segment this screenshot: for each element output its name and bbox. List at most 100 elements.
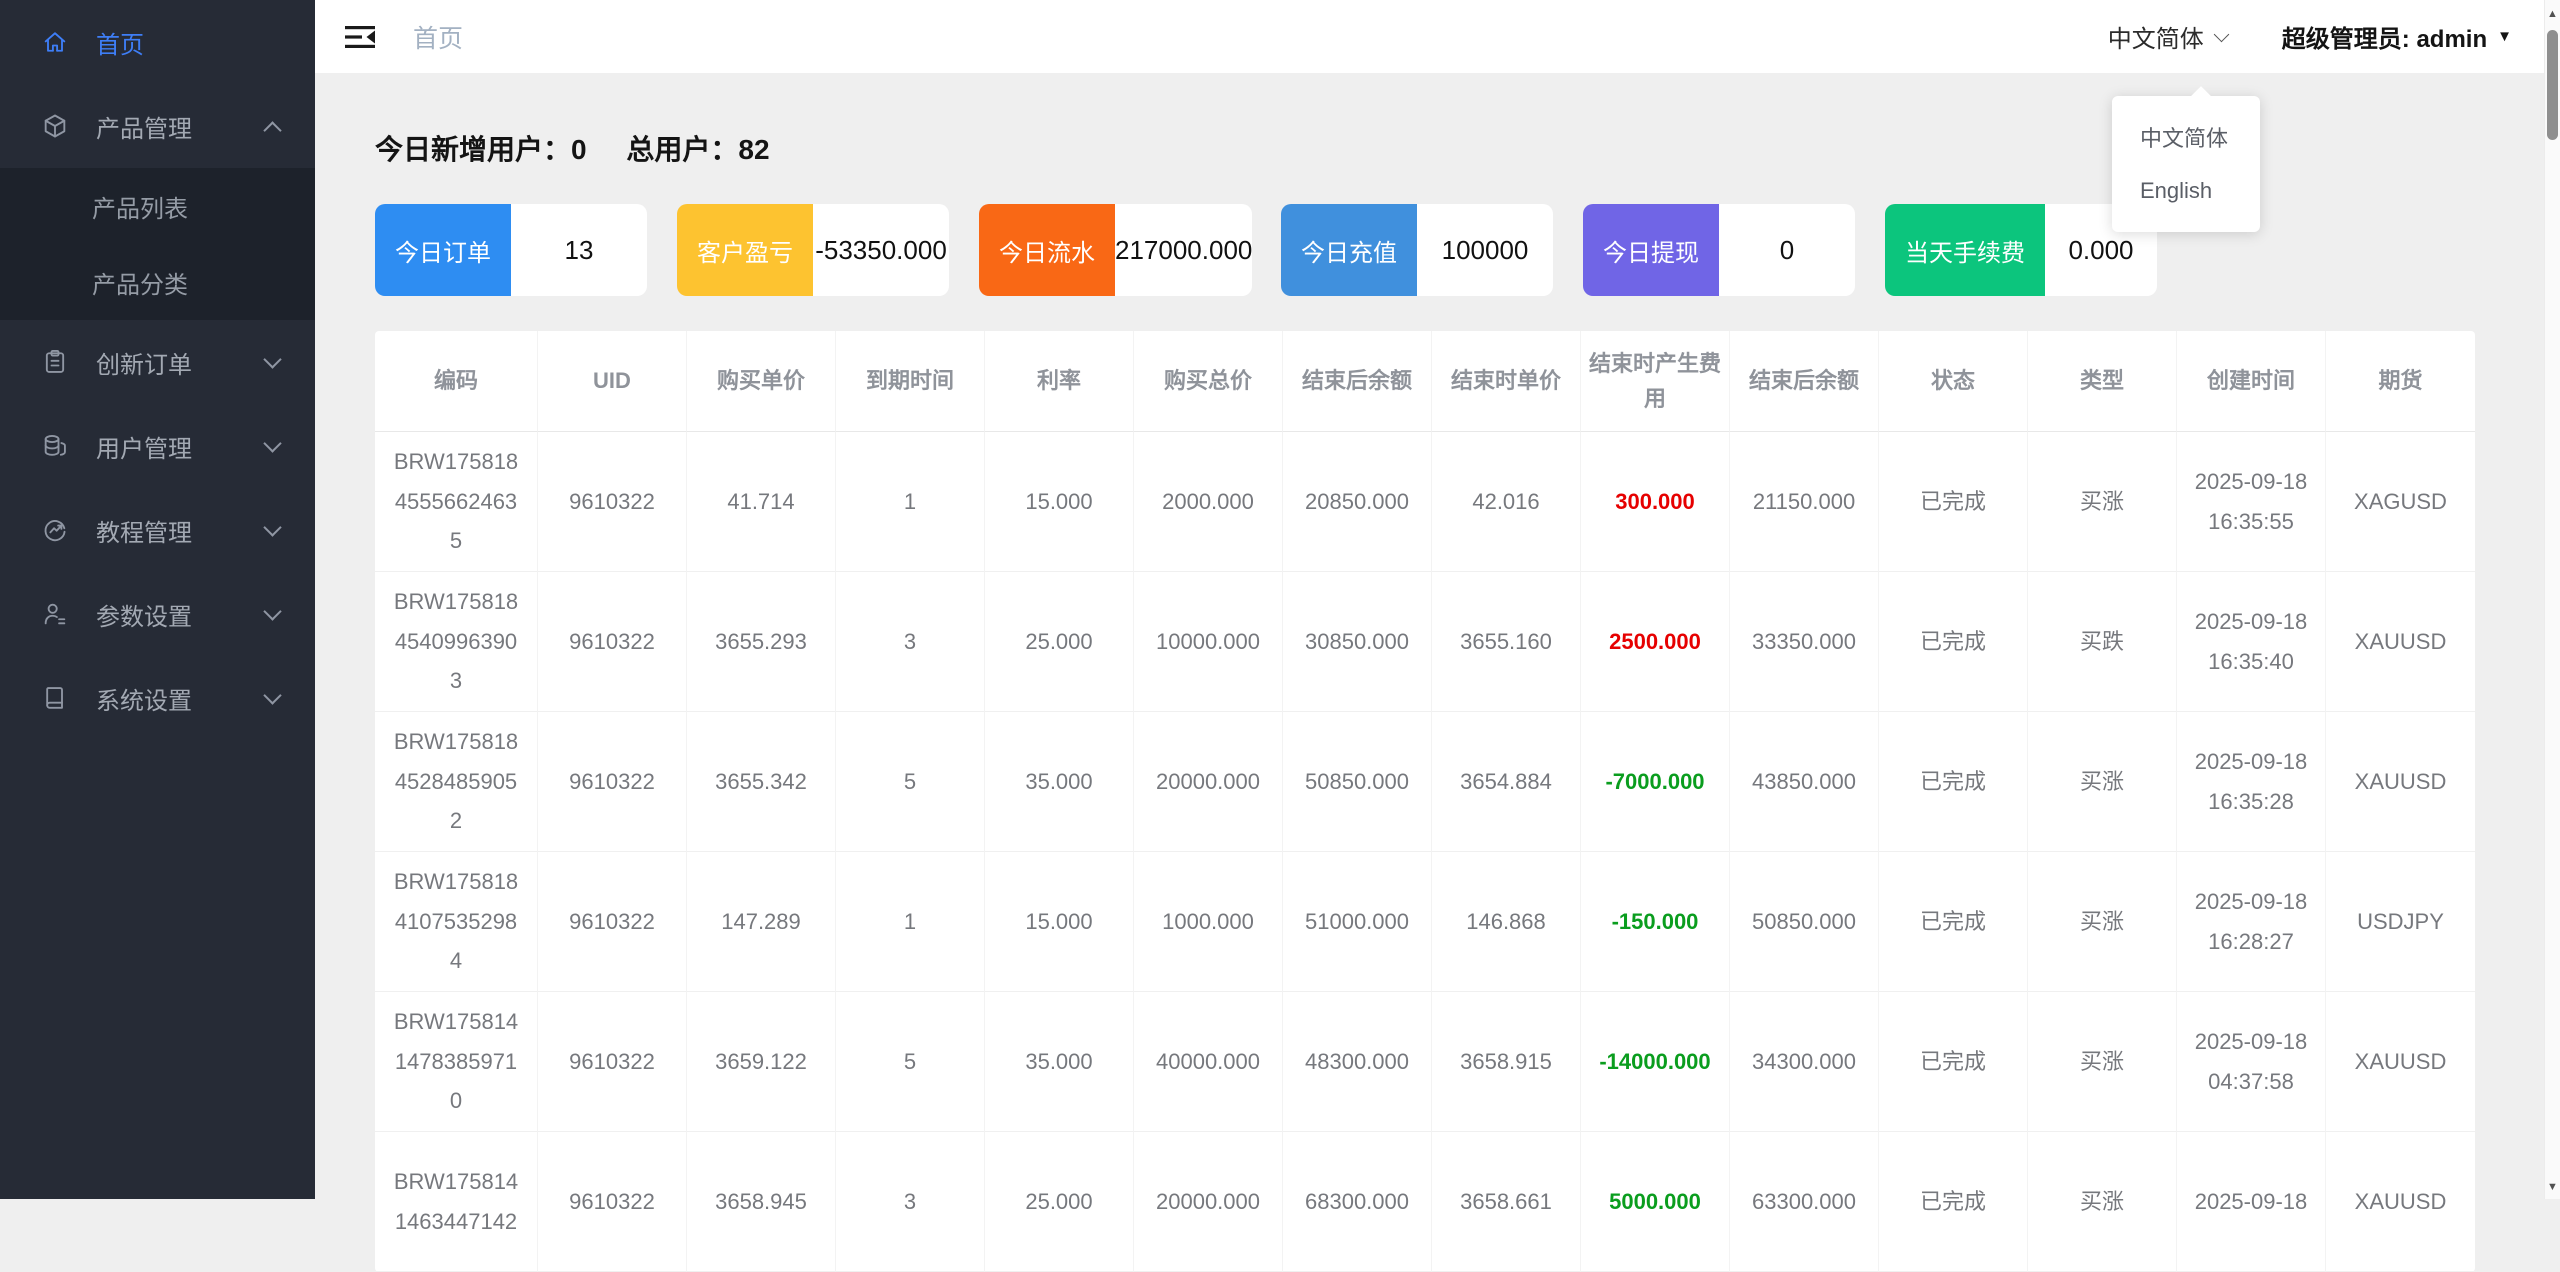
sidebar-item-product-category[interactable]: 产品分类 xyxy=(0,244,315,320)
cell-futures: XAUUSD xyxy=(2326,572,2475,712)
cell-end-unit-price: 146.868 xyxy=(1432,852,1581,992)
language-dropdown: 中文简体 English xyxy=(2112,96,2260,232)
new-users-label: 今日新增用户： xyxy=(375,134,572,165)
cell-expire-time: 3 xyxy=(836,572,985,712)
cell-type: 买涨 xyxy=(2028,992,2177,1132)
cell-created-at: 2025-09-18 xyxy=(2177,1132,2326,1272)
cell-type: 买涨 xyxy=(2028,432,2177,572)
total-users-label: 总用户： xyxy=(626,134,739,165)
chevron-down-icon xyxy=(263,433,282,453)
sidebar-item-label: 用户管理 xyxy=(96,435,192,463)
sidebar-collapse-button[interactable] xyxy=(345,24,377,50)
coins-icon xyxy=(40,431,70,461)
cell-buy-price: 3655.293 xyxy=(687,572,836,712)
cell-buy-price: 3658.945 xyxy=(687,1132,836,1272)
cell-end-balance: 20850.000 xyxy=(1283,432,1432,572)
sidebar-item-products[interactable]: 产品管理 xyxy=(0,84,315,168)
vertical-scrollbar[interactable]: ▲ ▼ xyxy=(2544,0,2560,1199)
cell-code: BRW17581841075352984 xyxy=(375,852,538,992)
column-header-code: 编码 xyxy=(375,331,538,432)
breadcrumb[interactable]: 首页 xyxy=(413,19,463,55)
column-header-status: 状态 xyxy=(1879,331,2028,432)
cell-end-balance2: 63300.000 xyxy=(1730,1132,1879,1272)
column-header-buy-price: 购买单价 xyxy=(687,331,836,432)
cell-end-unit-price: 3658.661 xyxy=(1432,1132,1581,1272)
column-header-rate: 利率 xyxy=(985,331,1134,432)
home-icon xyxy=(40,27,70,57)
stat-card-today-withdraw: 今日提现 0 xyxy=(1583,204,1855,296)
cell-buy-total: 1000.000 xyxy=(1134,852,1283,992)
cell-status: 已完成 xyxy=(1879,572,2028,712)
cell-buy-total: 40000.000 xyxy=(1134,992,1283,1132)
sidebar-item-label: 创新订单 xyxy=(96,351,192,379)
cell-type: 买涨 xyxy=(2028,1132,2177,1272)
cell-rate: 15.000 xyxy=(985,852,1134,992)
cell-buy-total: 20000.000 xyxy=(1134,1132,1283,1272)
cell-created-at: 2025-09-18 16:35:55 xyxy=(2177,432,2326,572)
cell-uid: 9610322 xyxy=(538,432,687,572)
cell-end-balance: 30850.000 xyxy=(1283,572,1432,712)
cell-uid: 9610322 xyxy=(538,712,687,852)
column-header-end-balance: 结束后余额 xyxy=(1283,331,1432,432)
stat-card-label: 今日充值 xyxy=(1281,204,1417,296)
cell-expire-time: 5 xyxy=(836,712,985,852)
orders-table: 编码 UID 购买单价 到期时间 利率 购买总价 结束后余额 结束时单价 结束时… xyxy=(375,331,2475,1272)
stat-card-label: 客户盈亏 xyxy=(677,204,813,296)
cell-type: 买涨 xyxy=(2028,712,2177,852)
cell-buy-price: 41.714 xyxy=(687,432,836,572)
cell-rate: 35.000 xyxy=(985,712,1134,852)
stat-card-label: 今日流水 xyxy=(979,204,1115,296)
cell-uid: 9610322 xyxy=(538,852,687,992)
cell-type: 买涨 xyxy=(2028,852,2177,992)
language-option-en[interactable]: English xyxy=(2112,164,2260,218)
cell-futures: XAGUSD xyxy=(2326,432,2475,572)
cell-created-at: 2025-09-18 04:37:58 xyxy=(2177,992,2326,1132)
scroll-down-icon[interactable]: ▼ xyxy=(2545,1181,2560,1193)
cell-expire-time: 5 xyxy=(836,992,985,1132)
sidebar-item-label: 系统设置 xyxy=(96,687,192,715)
scrollbar-thumb[interactable] xyxy=(2547,30,2558,140)
cube-icon xyxy=(40,111,70,141)
column-header-end-balance2: 结束后余额 xyxy=(1730,331,1879,432)
cell-end-unit-price: 3658.915 xyxy=(1432,992,1581,1132)
sidebar-item-system[interactable]: 系统设置 xyxy=(0,656,315,740)
language-selector[interactable]: 中文简体 xyxy=(2108,19,2230,54)
cell-uid: 9610322 xyxy=(538,572,687,712)
sidebar-submenu-products: 产品列表 产品分类 xyxy=(0,168,315,320)
cell-end-fee: 300.000 xyxy=(1581,432,1730,572)
sidebar-item-label: 参数设置 xyxy=(96,603,192,631)
cell-status: 已完成 xyxy=(1879,992,2028,1132)
scroll-up-icon[interactable]: ▲ xyxy=(2545,8,2560,20)
column-header-created-at: 创建时间 xyxy=(2177,331,2326,432)
cell-buy-price: 3659.122 xyxy=(687,992,836,1132)
cell-created-at: 2025-09-18 16:35:40 xyxy=(2177,572,2326,712)
admin-menu[interactable]: 超级管理员: admin ▼ xyxy=(2282,19,2512,54)
cell-code: BRW17581845284859052 xyxy=(375,712,538,852)
sidebar-item-tutorials[interactable]: 教程管理 xyxy=(0,488,315,572)
cell-end-unit-price: 3655.160 xyxy=(1432,572,1581,712)
cell-code: BRW17581845409963903 xyxy=(375,572,538,712)
cell-end-balance2: 43850.000 xyxy=(1730,712,1879,852)
sidebar-item-users[interactable]: 用户管理 xyxy=(0,404,315,488)
sidebar-item-product-list[interactable]: 产品列表 xyxy=(0,168,315,244)
cell-end-balance2: 50850.000 xyxy=(1730,852,1879,992)
language-option-zh[interactable]: 中文简体 xyxy=(2112,110,2260,164)
column-header-futures: 期货 xyxy=(2326,331,2475,432)
table-row: BRW17581845284859052 9610322 3655.342 5 35.0… xyxy=(375,712,2475,852)
cell-end-fee: 2500.000 xyxy=(1581,572,1730,712)
main-content: 今日新增用户：0 总用户：82 今日订单 13 客户盈亏 -53350.000 … xyxy=(315,73,2560,1272)
new-users-value: 0 xyxy=(571,134,587,165)
sidebar-item-home[interactable]: 首页 xyxy=(0,0,315,84)
cell-status: 已完成 xyxy=(1879,712,2028,852)
cell-end-balance2: 21150.000 xyxy=(1730,432,1879,572)
sidebar-item-parameters[interactable]: 参数设置 xyxy=(0,572,315,656)
topbar: 首页 中文简体 超级管理员: admin ▼ xyxy=(315,0,2560,73)
cell-end-balance: 50850.000 xyxy=(1283,712,1432,852)
cell-code: BRW17581845556624635 xyxy=(375,432,538,572)
cell-futures: XAUUSD xyxy=(2326,992,2475,1132)
table-body: BRW17581845556624635 9610322 41.714 1 15.000… xyxy=(375,432,2475,1272)
sidebar-item-orders[interactable]: 创新订单 xyxy=(0,320,315,404)
stat-card-today-deposit: 今日充值 100000 xyxy=(1281,204,1553,296)
cell-buy-total: 20000.000 xyxy=(1134,712,1283,852)
chevron-down-icon xyxy=(2213,26,2230,43)
